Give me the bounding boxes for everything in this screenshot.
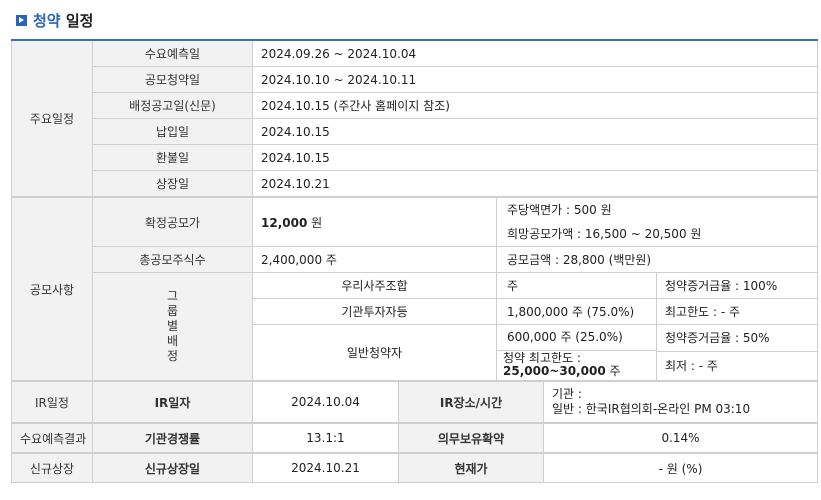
table-row: 배정공고일(신문) 2024.10.15 (주간사 홈페이지 참조) — [12, 92, 818, 119]
table-row: 총공모주식수 2,400,000 주 공모금액 : 28,800 (백만원) — [12, 246, 818, 273]
section-offering: 공모사항 — [11, 196, 93, 382]
table-row: 공모청약일 2024.10.10 ~ 2024.10.11 — [12, 66, 818, 93]
group-name: 일반청약자 — [252, 324, 497, 382]
total-shares-label: 총공모주식수 — [92, 246, 253, 273]
confirmed-price-value: 12,000 — [261, 215, 308, 230]
lockup-label: 의무보유확약 — [398, 422, 544, 454]
group-name: 우리사주조합 — [252, 272, 497, 299]
lockup-value: 0.14% — [543, 422, 818, 454]
competition-value: 13.1:1 — [252, 422, 399, 454]
ir-place-line2: 일반 : 한국IR협의회-온라인 PM 03:10 — [552, 402, 751, 416]
desired-price-range: 희망공모가액 : 16,500 ~ 20,500 원 — [507, 227, 702, 241]
group-shares: 1,800,000 주 (75.0%) — [496, 298, 657, 325]
page-title-accent: 청약 — [33, 11, 61, 30]
row-label: 배정공고일(신문) — [92, 92, 253, 119]
total-shares-value: 2,400,000 주 — [252, 246, 497, 273]
group-note: 최고한도 : - 주 — [656, 298, 818, 325]
confirmed-price-unit: 원 — [307, 215, 323, 230]
table-row: 주요일정 수요예측일 2024.09.26 ~ 2024.10.04 — [11, 39, 818, 198]
competition-label: 기관경쟁률 — [92, 422, 253, 454]
ir-date-value: 2024.10.04 — [252, 380, 399, 424]
row-value: 2024.10.15 — [252, 118, 818, 145]
min-limit-note: 최저 : - 주 — [665, 358, 718, 373]
ir-place-label: IR장소/시간 — [398, 380, 544, 424]
group-name: 기관투자자등 — [252, 298, 497, 325]
row-label: 상장일 — [92, 170, 253, 198]
group-allocation-label: 그 룹 별 배 정 — [92, 272, 253, 382]
current-price-label: 현재가 — [398, 452, 544, 483]
table-row: 수요예측결과 기관경쟁률 13.1:1 의무보유확약 0.14% — [11, 422, 818, 454]
page-title: 청약 일정 — [16, 8, 93, 32]
row-value: 2024.10.10 ~ 2024.10.11 — [252, 66, 818, 93]
group-shares: 600,000 주 (25.0%) — [497, 325, 656, 351]
table-row: 신규상장 신규상장일 2024.10.21 현재가 - 원 (%) — [11, 452, 818, 483]
table-row: 상장일 2024.10.21 — [12, 170, 818, 198]
group-note: 청약증거금율 : 50% — [657, 326, 817, 352]
confirmed-price-label: 확정공모가 — [92, 196, 253, 247]
table-row: 공모사항 확정공모가 12,000 원 주당액면가 : 500 원 희망공모가액… — [11, 196, 818, 382]
section-listing: 신규상장 — [11, 452, 93, 483]
table-row: IR일정 IR일자 2024.10.04 IR장소/시간 기관 : 일반 : 한… — [11, 380, 818, 424]
row-value: 2024.10.21 — [252, 170, 818, 198]
row-value: 2024.10.15 (주간사 홈페이지 참조) — [252, 92, 818, 119]
row-label: 수요예측일 — [92, 39, 253, 67]
table-row: 환불일 2024.10.15 — [12, 144, 818, 171]
section-schedule: 주요일정 — [11, 39, 93, 198]
group-shares: 주 — [496, 272, 657, 299]
row-label: 환불일 — [92, 144, 253, 171]
table-row: 납입일 2024.10.15 — [12, 118, 818, 145]
ir-place-line1: 기관 : — [552, 387, 582, 401]
table-row: 그 룹 별 배 정 우리사주조합 주 청약증거금율 : 100% — [12, 272, 818, 382]
current-price-value: - 원 (%) — [543, 452, 818, 483]
max-limit-value: 25,000~30,000 — [503, 364, 606, 378]
row-value: 2024.10.15 — [252, 144, 818, 171]
section-ir: IR일정 — [11, 380, 93, 424]
total-offering-amount: 공모금액 : 28,800 (백만원) — [496, 246, 818, 273]
row-label: 공모청약일 — [92, 66, 253, 93]
row-value: 2024.09.26 ~ 2024.10.04 — [252, 39, 818, 67]
listing-date-value: 2024.10.21 — [252, 452, 399, 483]
group-note: 청약증거금율 : 100% — [656, 272, 818, 299]
section-forecast: 수요예측결과 — [11, 422, 93, 454]
ir-date-label: IR일자 — [92, 380, 253, 424]
page-title-rest: 일정 — [60, 11, 94, 30]
row-label: 납입일 — [92, 118, 253, 145]
arrow-right-box-icon — [16, 14, 27, 26]
max-limit-unit: 주 — [605, 364, 621, 378]
listing-date-label: 신규상장일 — [92, 452, 253, 483]
subscription-schedule-table: 주요일정 수요예측일 2024.09.26 ~ 2024.10.04 공모청약일… — [11, 39, 818, 483]
par-value: 주당액면가 : 500 원 — [507, 203, 612, 217]
